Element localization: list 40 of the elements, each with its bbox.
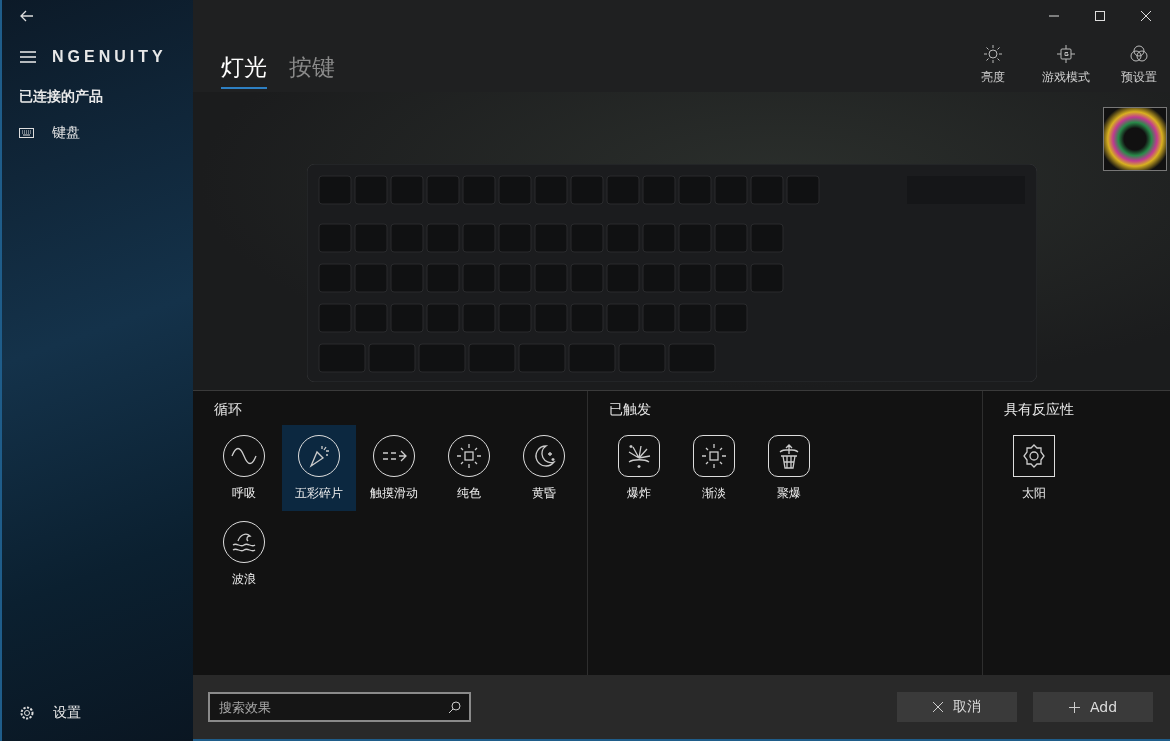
effect-button[interactable]: 触摸滑动 — [357, 425, 431, 511]
toolbar-button[interactable]: 游戏模式 — [1036, 43, 1096, 87]
close-icon[interactable] — [1141, 11, 1151, 21]
sunsmall-icon — [700, 441, 728, 470]
section-heading: 已触发 — [608, 401, 652, 419]
effect-button[interactable]: 聚爆 — [752, 425, 826, 511]
effect-button[interactable]: 呼吸 — [207, 425, 281, 511]
close-icon — [933, 702, 943, 712]
tab[interactable]: 灯光 — [221, 52, 267, 89]
effect-button[interactable]: 纯色 — [432, 425, 506, 511]
toolbar-button[interactable]: 预设置 — [1110, 43, 1168, 87]
settings-icon — [19, 705, 35, 721]
sun-icon — [983, 44, 1003, 64]
menu-icon[interactable] — [20, 51, 36, 63]
add-button[interactable]: Add — [1033, 692, 1153, 722]
effect-button[interactable]: 爆炸 — [602, 425, 676, 511]
section-heading: 已连接的产品 — [19, 88, 104, 106]
sidebar-item[interactable]: 键盘 — [19, 124, 193, 144]
effect-button[interactable]: 波浪 — [207, 511, 281, 597]
toolbar-button[interactable]: 亮度 — [964, 43, 1022, 87]
effect-button[interactable]: 五彩碎片 — [282, 425, 356, 511]
app-logo: NGENUITY — [52, 48, 167, 66]
tab[interactable]: 按键 — [289, 52, 335, 89]
section-heading: 循环 — [213, 401, 243, 419]
crosshair-icon — [1056, 44, 1076, 64]
back-arrow-icon[interactable] — [20, 10, 34, 22]
section-heading: 具有反应性 — [1003, 401, 1075, 419]
sun-icon — [455, 441, 483, 470]
circles-icon — [1129, 44, 1149, 64]
search-field[interactable]: 搜索效果 — [208, 692, 471, 722]
settings-link[interactable]: 设置 — [19, 704, 193, 724]
cancel-button[interactable]: 取消 — [897, 692, 1017, 722]
plus-icon — [1068, 701, 1080, 713]
maximize-icon[interactable] — [1095, 11, 1105, 21]
effect-button[interactable]: 渐淡 — [677, 425, 751, 511]
effect-thumbnail[interactable] — [1103, 107, 1167, 171]
search-icon[interactable] — [448, 701, 461, 714]
effect-button[interactable]: 黄昏 — [507, 425, 581, 511]
keyboard-icon — [19, 128, 34, 138]
effect-button[interactable]: 太阳 — [997, 425, 1071, 511]
